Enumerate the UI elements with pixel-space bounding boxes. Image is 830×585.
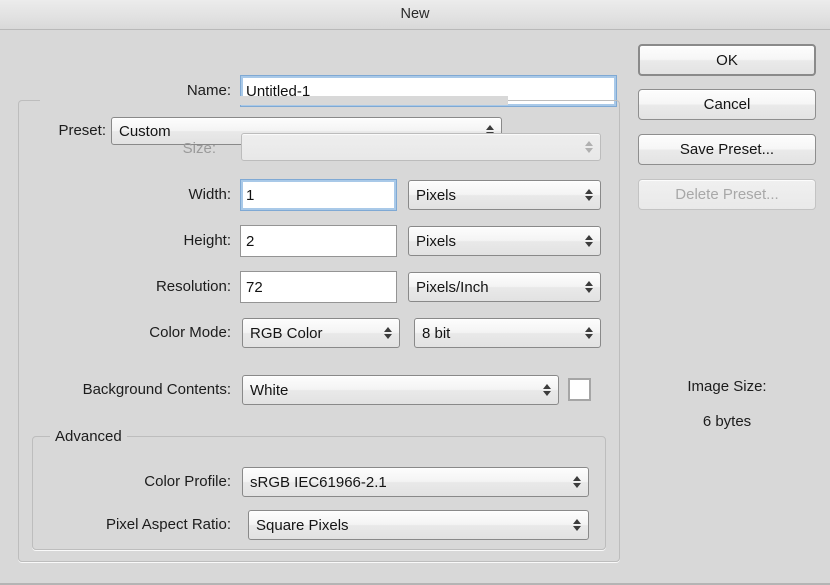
stepper-updown-icon[interactable]: [383, 325, 392, 341]
ok-button[interactable]: OK: [638, 44, 816, 76]
resolution-label: Resolution:: [155, 278, 231, 295]
stepper-updown-icon[interactable]: [584, 187, 593, 203]
color-profile-value: sRGB IEC61966-2.1: [250, 473, 387, 491]
stepper-updown-icon[interactable]: [572, 517, 581, 533]
stepper-updown-icon[interactable]: [584, 233, 593, 249]
resolution-unit-select[interactable]: Pixels/Inch: [408, 272, 601, 302]
size-select: [241, 133, 601, 161]
pixel-aspect-ratio-value: Square Pixels: [256, 516, 349, 534]
height-unit-value: Pixels: [416, 232, 457, 250]
background-contents-select[interactable]: White: [242, 375, 559, 405]
stepper-updown-icon: [584, 139, 593, 155]
image-size-label: Image Size:: [687, 378, 767, 395]
pixel-aspect-ratio-label: Pixel Aspect Ratio:: [105, 516, 231, 533]
resolution-input[interactable]: 72: [240, 271, 397, 303]
color-depth-select[interactable]: 8 bit: [414, 318, 601, 348]
pixel-aspect-ratio-select[interactable]: Square Pixels: [248, 510, 589, 540]
height-input-value: 2: [246, 232, 255, 250]
image-size-value: 6 bytes: [702, 413, 752, 430]
dialog-titlebar[interactable]: New: [0, 0, 830, 30]
save-preset-button[interactable]: Save Preset...: [638, 134, 816, 165]
height-label: Height:: [183, 232, 231, 249]
stepper-updown-icon[interactable]: [584, 279, 593, 295]
color-depth-value: 8 bit: [422, 324, 451, 342]
size-label: Size:: [182, 140, 216, 157]
new-document-dialog: New Name: Untitled-1 Preset: Custom Size…: [0, 0, 830, 585]
color-mode-value: RGB Color: [250, 324, 323, 342]
resolution-unit-value: Pixels/Inch: [416, 278, 489, 296]
delete-preset-button: Delete Preset...: [638, 179, 816, 210]
stepper-updown-icon[interactable]: [572, 474, 581, 490]
dialog-content: Name: Untitled-1 Preset: Custom Size: Wi…: [0, 30, 830, 583]
resolution-input-value: 72: [246, 278, 263, 296]
color-mode-select[interactable]: RGB Color: [242, 318, 400, 348]
height-input[interactable]: 2: [240, 225, 397, 257]
preset-select-value: Custom: [119, 122, 171, 140]
stepper-updown-icon[interactable]: [542, 382, 551, 398]
color-mode-label: Color Mode:: [149, 324, 231, 341]
width-input[interactable]: 1: [240, 179, 397, 211]
cancel-button[interactable]: Cancel: [638, 89, 816, 120]
advanced-group-title: Advanced: [50, 429, 127, 444]
width-unit-select[interactable]: Pixels: [408, 180, 601, 210]
height-unit-select[interactable]: Pixels: [408, 226, 601, 256]
color-profile-label: Color Profile:: [144, 473, 231, 490]
preset-label: Preset:: [58, 122, 106, 139]
preset-border-mask: [40, 96, 508, 105]
width-unit-value: Pixels: [416, 186, 457, 204]
stepper-updown-icon[interactable]: [584, 325, 593, 341]
color-profile-select[interactable]: sRGB IEC61966-2.1: [242, 467, 589, 497]
dialog-title: New: [400, 6, 430, 22]
width-label: Width:: [188, 186, 231, 203]
width-input-value: 1: [246, 186, 255, 204]
background-color-swatch[interactable]: [568, 378, 591, 401]
background-contents-value: White: [250, 381, 289, 399]
background-contents-label: Background Contents:: [82, 381, 231, 398]
